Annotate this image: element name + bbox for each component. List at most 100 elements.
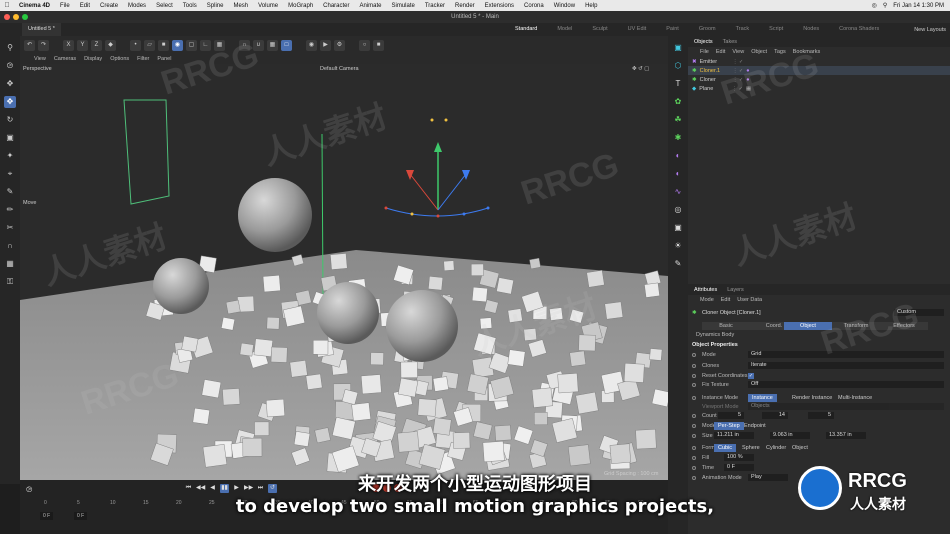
grid-toggle-icon[interactable]: ▦ bbox=[267, 39, 278, 51]
menu-app[interactable]: Cinema 4D bbox=[14, 3, 55, 9]
paint-icon[interactable]: ✏ bbox=[4, 204, 16, 216]
magnet-icon[interactable]: ∩ bbox=[4, 240, 16, 252]
wifi-icon[interactable]: ◎ bbox=[872, 2, 877, 9]
object-row-plane[interactable]: ◆ Plane ⋮ ✓ ▦ bbox=[688, 84, 950, 93]
axis-mode-icon[interactable]: ∟ bbox=[200, 39, 211, 51]
object-option[interactable]: Object bbox=[788, 444, 812, 452]
model-mode-icon[interactable]: ◉ bbox=[172, 39, 183, 51]
attributes-menu-edit[interactable]: Edit bbox=[721, 297, 730, 303]
menu-corona[interactable]: Corona bbox=[519, 3, 549, 9]
environment-icon[interactable]: ◎ bbox=[673, 204, 684, 215]
material-tag-icon[interactable]: ▦ bbox=[746, 86, 751, 92]
generator-icon[interactable]: ✿ bbox=[673, 96, 684, 107]
tab-takes[interactable]: Takes bbox=[723, 39, 737, 45]
tab-sculpt[interactable]: Sculpt bbox=[582, 23, 617, 37]
cloner-icon[interactable]: ✱ bbox=[673, 132, 684, 143]
count-x-field[interactable]: 5 bbox=[718, 412, 744, 419]
new-layouts-button[interactable]: New Layouts bbox=[914, 27, 946, 33]
dynamics-body-label[interactable]: Dynamics Body bbox=[696, 332, 734, 338]
objects-menu-edit[interactable]: Edit bbox=[716, 49, 725, 55]
keyframe-dot[interactable] bbox=[692, 413, 696, 418]
instance-option[interactable]: Instance bbox=[748, 393, 777, 402]
viewport-menu-display[interactable]: Display bbox=[84, 56, 102, 62]
search-icon[interactable]: ⚲ bbox=[883, 2, 887, 9]
viewport-menu-options[interactable]: Options bbox=[110, 56, 129, 62]
fix-texture-select[interactable]: Off bbox=[748, 381, 944, 388]
keyframe-dot[interactable] bbox=[692, 445, 696, 450]
visibility-icon[interactable]: ⋮ ✓ bbox=[733, 59, 744, 65]
apple-icon[interactable]:  bbox=[0, 2, 14, 9]
objects-menu-tags[interactable]: Tags bbox=[774, 49, 786, 55]
menu-spline[interactable]: Spline bbox=[202, 3, 229, 9]
menu-window[interactable]: Window bbox=[549, 3, 580, 9]
reset-coords-checkbox[interactable]: ✓ bbox=[748, 372, 754, 379]
objects-menu-view[interactable]: View bbox=[732, 49, 744, 55]
cylinder-option[interactable]: Cylinder bbox=[762, 444, 790, 452]
size-y-field[interactable]: 9.063 in bbox=[770, 432, 810, 439]
menu-edit[interactable]: Edit bbox=[75, 3, 95, 9]
tab-transform[interactable]: Transform bbox=[832, 322, 880, 330]
tab-track[interactable]: Track bbox=[726, 23, 760, 37]
lock-icon[interactable]: ⚿ bbox=[4, 276, 16, 288]
keyframe-dot[interactable] bbox=[692, 395, 696, 400]
brush-tool-icon[interactable]: ✎ bbox=[673, 258, 684, 269]
viewport-menu-view[interactable]: View bbox=[34, 56, 46, 62]
cube-icon[interactable]: ▣ bbox=[673, 42, 684, 53]
tab-model[interactable]: Model bbox=[547, 23, 582, 37]
redo-icon[interactable]: ↷ bbox=[38, 39, 49, 51]
keyframe-dot[interactable] bbox=[692, 363, 696, 368]
menu-select[interactable]: Select bbox=[151, 3, 178, 9]
endpoint-option[interactable]: Endpoint bbox=[740, 422, 770, 430]
menu-simulate[interactable]: Simulate bbox=[387, 3, 420, 9]
viewport-menu-filter[interactable]: Filter bbox=[137, 56, 149, 62]
minimize-icon[interactable] bbox=[13, 14, 19, 20]
workplane-toggle-icon[interactable]: ▦ bbox=[214, 39, 225, 51]
tab-basic[interactable]: Basic bbox=[702, 322, 750, 330]
snap-icon[interactable]: ⌖ bbox=[4, 168, 16, 180]
rotate-tool-icon[interactable]: ↻ bbox=[4, 114, 16, 126]
axis-y-icon[interactable]: Y bbox=[77, 39, 88, 51]
size-x-field[interactable]: 11.211 in bbox=[714, 432, 754, 439]
menu-tracker[interactable]: Tracker bbox=[420, 3, 450, 9]
keyframe-dot[interactable] bbox=[692, 465, 696, 470]
tab-uv-edit[interactable]: UV Edit bbox=[618, 23, 657, 37]
keyframe-dot[interactable] bbox=[692, 352, 696, 357]
tag-icon[interactable]: ● bbox=[746, 68, 749, 74]
dynamics-body-tab[interactable]: Dynamics Body bbox=[688, 330, 950, 339]
render-settings-icon[interactable]: ⚙ bbox=[334, 39, 345, 51]
count-z-field[interactable]: 5 bbox=[808, 412, 834, 419]
knife-icon[interactable]: ✂ bbox=[4, 222, 16, 234]
tab-nodes[interactable]: Nodes bbox=[793, 23, 829, 37]
menu-render[interactable]: Render bbox=[450, 3, 480, 9]
brush-icon[interactable]: ✎ bbox=[4, 186, 16, 198]
preset-select[interactable]: Custom bbox=[894, 309, 944, 316]
keyframe-dot[interactable] bbox=[692, 433, 696, 438]
object-row-emitter[interactable]: ✖ Emitter ⋮ ✓ bbox=[688, 57, 950, 66]
search-tool-icon[interactable]: ⚲ bbox=[4, 42, 16, 54]
solo-icon[interactable]: □ bbox=[281, 39, 292, 51]
transform-tool-icon[interactable]: ✦ bbox=[4, 150, 16, 162]
cubic-option[interactable]: Cubic bbox=[714, 443, 737, 452]
viewport-mode-select[interactable]: Objects bbox=[748, 403, 944, 410]
text-icon[interactable]: T bbox=[673, 78, 684, 89]
tag-icon[interactable]: ● bbox=[746, 77, 749, 83]
menu-help[interactable]: Help bbox=[580, 3, 602, 9]
camera-name[interactable]: Default Camera bbox=[320, 66, 359, 72]
viewport-menu-cameras[interactable]: Cameras bbox=[54, 56, 76, 62]
move-tool-icon[interactable]: ✥ bbox=[4, 78, 16, 90]
render-instance-option[interactable]: Render Instance bbox=[788, 394, 836, 402]
viewport-menu-panel[interactable]: Panel bbox=[157, 56, 171, 62]
render-picture-icon[interactable]: ▶ bbox=[320, 39, 331, 51]
light-icon[interactable]: ☀ bbox=[673, 240, 684, 251]
render-view-icon[interactable]: ◉ bbox=[306, 39, 317, 51]
mode-select[interactable]: Grid bbox=[748, 351, 944, 358]
tab-script[interactable]: Script bbox=[759, 23, 793, 37]
axis-z-icon[interactable]: Z bbox=[91, 39, 102, 51]
menu-volume[interactable]: Volume bbox=[253, 3, 283, 9]
document-tab[interactable]: Untitled 5 * bbox=[22, 23, 61, 36]
menu-mesh[interactable]: Mesh bbox=[228, 3, 253, 9]
3d-viewport[interactable]: Perspective Default Camera Move Grid Spa… bbox=[20, 64, 668, 480]
objects-menu-bookmarks[interactable]: Bookmarks bbox=[793, 49, 821, 55]
workplane-icon[interactable]: ▦ bbox=[4, 258, 16, 270]
polygons-mode-icon[interactable]: ■ bbox=[158, 39, 169, 51]
